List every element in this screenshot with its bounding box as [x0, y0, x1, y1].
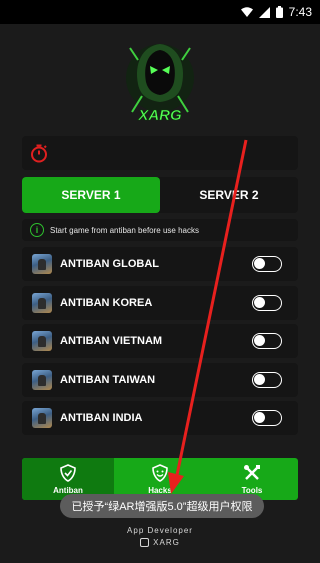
- brand-logo-icon: [140, 538, 150, 547]
- toast-message: 已授予“绿AR增强版5.0”超级用户权限: [60, 494, 264, 518]
- toggle-knob: [254, 258, 265, 269]
- smile-shield-icon: [152, 463, 168, 484]
- antiban-taiwan-toggle[interactable]: [252, 371, 282, 388]
- antiban-list: ANTIBAN GLOBAL ANTIBAN KOREA ANTIBAN VIE…: [22, 247, 298, 440]
- signal-icon: [258, 6, 270, 18]
- antiban-row-korea: ANTIBAN KOREA: [22, 285, 298, 320]
- footer-brand-text: XARG: [153, 538, 180, 547]
- toggle-knob: [254, 373, 265, 385]
- pubg-game-icon: [32, 408, 52, 428]
- antiban-row-india: ANTIBAN INDIA: [22, 401, 298, 435]
- tools-icon: [243, 464, 261, 484]
- stopwatch-icon[interactable]: [28, 142, 50, 164]
- logo-text: XARG: [137, 107, 182, 124]
- antiban-india-toggle[interactable]: [252, 410, 282, 426]
- antiban-label: ANTIBAN KOREA: [60, 296, 153, 309]
- toast-text: 已授予“绿AR增强版5.0”超级用户权限: [71, 501, 253, 513]
- footer-title: App Developer: [127, 526, 193, 535]
- app-logo: XARG: [120, 36, 200, 126]
- antiban-global-toggle[interactable]: [252, 256, 282, 272]
- status-time: 7:43: [288, 5, 312, 19]
- footer-brand: XARG: [0, 538, 320, 547]
- info-icon: i: [30, 223, 44, 237]
- toggle-knob: [254, 296, 265, 308]
- pubg-game-icon: [32, 331, 52, 351]
- status-bar: 7:43: [0, 0, 320, 24]
- footer: App Developer XARG: [0, 526, 320, 547]
- tab-server-1[interactable]: SERVER 1: [22, 177, 160, 213]
- toggle-knob: [254, 412, 265, 423]
- wifi-icon: [240, 7, 253, 17]
- shield-icon: [60, 463, 76, 484]
- antiban-label: ANTIBAN VIETNAM: [60, 335, 163, 347]
- pubg-game-icon: [32, 369, 52, 390]
- antiban-row-global: ANTIBAN GLOBAL: [22, 247, 298, 281]
- antiban-row-vietnam: ANTIBAN VIETNAM: [22, 324, 298, 358]
- info-banner: i Start game from antiban before use hac…: [22, 219, 298, 241]
- tab-server-2-label: SERVER 2: [199, 188, 259, 202]
- info-text: Start game from antiban before use hacks: [50, 225, 199, 235]
- antiban-vietnam-toggle[interactable]: [252, 333, 282, 349]
- tab-server-1-label: SERVER 1: [61, 188, 121, 202]
- pubg-game-icon: [32, 292, 52, 313]
- server-tabs: SERVER 1 SERVER 2: [22, 177, 298, 213]
- toggle-knob: [254, 335, 265, 346]
- antiban-row-taiwan: ANTIBAN TAIWAN: [22, 362, 298, 397]
- antiban-label: ANTIBAN TAIWAN: [60, 373, 156, 386]
- pubg-game-icon: [32, 254, 52, 274]
- battery-icon: [275, 6, 283, 18]
- timer-card: [22, 136, 298, 170]
- antiban-label: ANTIBAN GLOBAL: [60, 258, 159, 270]
- antiban-korea-toggle[interactable]: [252, 294, 282, 311]
- antiban-label: ANTIBAN INDIA: [60, 412, 143, 424]
- tab-server-2[interactable]: SERVER 2: [160, 177, 298, 213]
